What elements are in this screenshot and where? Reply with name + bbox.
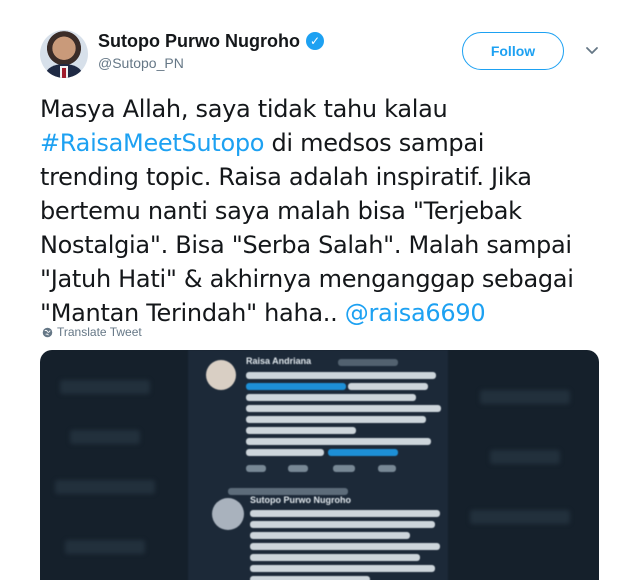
translate-tweet-label: Translate Tweet: [57, 325, 142, 339]
tweet-text-fragment: "Mantan Terindah" haha..: [40, 299, 345, 327]
embedded-author-name: Sutopo Purwo Nugroho: [250, 495, 351, 505]
globe-icon: [42, 327, 53, 337]
tweet-text: Masya Allah, saya tidak tahu kalau #Rais…: [40, 92, 620, 330]
verified-badge-icon: ✓: [306, 32, 324, 50]
author-display-name[interactable]: Sutopo Purwo Nugroho: [98, 31, 300, 52]
mention-link[interactable]: @raisa6690: [345, 299, 486, 327]
follow-button[interactable]: Follow: [462, 32, 564, 70]
tweet-line: "Jatuh Hati" & akhirnya menganggap sebag…: [40, 265, 574, 293]
tweet-header: Sutopo Purwo Nugroho ✓ @Sutopo_PN Follow: [0, 0, 640, 88]
tweet-text-fragment: di medsos sampai: [264, 129, 485, 157]
tweet-line: Nostalgia". Bisa "Serba Salah". Malah sa…: [40, 231, 572, 259]
embedded-avatar: [206, 360, 236, 390]
media-inner-panel: Raisa Andriana Sutopo Purwo Nugroho: [188, 350, 448, 580]
embedded-avatar: [212, 498, 244, 530]
embedded-screenshot-image[interactable]: Raisa Andriana Sutopo Purwo Nugroho: [40, 350, 599, 580]
chevron-down-icon[interactable]: [580, 38, 604, 62]
author-handle[interactable]: @Sutopo_PN: [98, 55, 184, 71]
hashtag-link[interactable]: #RaisaMeetSutopo: [40, 129, 264, 157]
tweet-line: bertemu nanti saya malah bisa "Terjebak: [40, 197, 522, 225]
embedded-author-name: Raisa Andriana: [246, 356, 312, 366]
translate-tweet-link[interactable]: Translate Tweet: [42, 325, 142, 339]
author-avatar[interactable]: [40, 30, 88, 78]
tweet-line: trending topic. Raisa adalah inspiratif.…: [40, 163, 532, 191]
tweet-line: Masya Allah, saya tidak tahu kalau: [40, 95, 448, 123]
tweet-line: #RaisaMeetSutopo di medsos sampai: [40, 126, 620, 160]
